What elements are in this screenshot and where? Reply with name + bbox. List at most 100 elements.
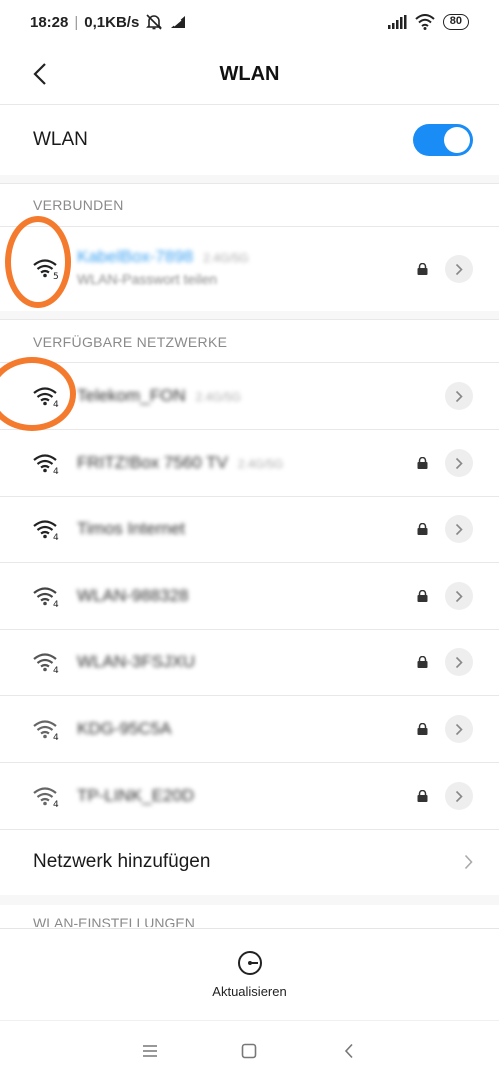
lock-icon: [417, 523, 428, 535]
network-detail-button[interactable]: [445, 515, 473, 543]
network-detail-button[interactable]: [445, 648, 473, 676]
wifi-signal-icon: 4: [33, 520, 59, 541]
network-name: TP-LINK_E20D: [77, 786, 409, 806]
menu-icon: [142, 1044, 157, 1057]
header: WLAN: [0, 44, 499, 104]
network-detail-button[interactable]: [445, 582, 473, 610]
section-header-connected: VERBUNDEN: [33, 197, 124, 213]
wifi-signal-icon: 4: [33, 587, 59, 608]
wifi-signal-level: 4: [53, 666, 59, 674]
network-texts: WLAN-988328: [77, 586, 409, 606]
status-network-speed: 0,1KB/s: [84, 13, 140, 31]
network-detail-button[interactable]: [445, 255, 473, 283]
wifi-signal-icon: 4: [33, 387, 59, 408]
network-name: KDG-95C5A: [77, 719, 409, 739]
network-name: WLAN-3FSJXU: [77, 652, 409, 672]
lock-icon: [417, 263, 428, 275]
lock-icon: [417, 590, 428, 602]
refresh-button[interactable]: Aktualisieren: [0, 928, 499, 1020]
network-name: KabelBox-7898 2.4G/5G: [77, 247, 409, 267]
network-name-text: Telekom_FON: [77, 386, 186, 405]
network-name: WLAN-988328: [77, 586, 409, 606]
network-name-text: KabelBox-7898: [77, 247, 194, 266]
status-time: 18:28: [30, 13, 69, 31]
toggle-knob: [444, 127, 470, 153]
cell-signal-icon: [387, 15, 407, 29]
section-header-settings: WLAN-EINSTELLUNGEN: [33, 915, 195, 927]
network-row-connected[interactable]: 5 KabelBox-7898 2.4G/5G WLAN-Passwort tei…: [0, 227, 499, 311]
chevron-right-icon: [455, 590, 463, 602]
status-left: 18:28 | 0,1KB/s: [30, 13, 187, 31]
network-row[interactable]: 4 KDG-95C5A: [0, 696, 499, 762]
wlan-toggle-label: WLAN: [33, 129, 88, 150]
wifi-signal-level: 4: [53, 600, 59, 608]
divider: [0, 319, 499, 320]
wifi-signal-icon: 5: [33, 259, 59, 280]
chevron-right-icon: [455, 457, 463, 469]
network-name-text: WLAN-3FSJXU: [77, 652, 196, 671]
share-password-text[interactable]: WLAN-Passwort teilen: [77, 271, 409, 287]
divider: [0, 183, 499, 184]
refresh-icon: [237, 951, 262, 975]
network-name: Timos Internet: [77, 519, 409, 539]
network-detail-button[interactable]: [445, 782, 473, 810]
network-row[interactable]: 4 FRITZ!Box 7560 TV 2.4G/5G: [0, 430, 499, 496]
network-texts: Telekom_FON 2.4G/5G: [77, 386, 409, 406]
battery-indicator: 80: [442, 14, 469, 30]
wifi-signal-level: 4: [53, 800, 59, 808]
back-triangle-icon: [345, 1043, 353, 1058]
network-name-text: KDG-95C5A: [77, 719, 172, 738]
lock-icon: [417, 723, 428, 735]
alarm-off-icon: [146, 14, 163, 30]
network-name: Telekom_FON 2.4G/5G: [77, 386, 409, 406]
network-row[interactable]: 4 WLAN-3FSJXU: [0, 629, 499, 695]
home-square-icon: [242, 1043, 257, 1058]
network-name: FRITZ!Box 7560 TV 2.4G/5G: [77, 453, 409, 473]
lock-icon: [417, 457, 428, 469]
network-texts: Timos Internet: [77, 519, 409, 539]
network-row[interactable]: 4 TP-LINK_E20D: [0, 763, 499, 829]
lock-icon: [417, 790, 428, 802]
chevron-right-icon: [464, 854, 473, 870]
network-texts: KabelBox-7898 2.4G/5G WLAN-Passwort teile…: [77, 247, 409, 287]
network-texts: WLAN-3FSJXU: [77, 652, 409, 672]
page-title: WLAN: [219, 62, 280, 85]
wifi-signal-icon: 4: [33, 720, 59, 741]
network-row[interactable]: 4 Timos Internet: [0, 496, 499, 562]
section-gap: [0, 895, 499, 905]
wifi-signal-level: 5: [53, 272, 59, 280]
network-detail-button[interactable]: [445, 715, 473, 743]
nav-menu-button[interactable]: [130, 1031, 170, 1071]
status-bar: 18:28 | 0,1KB/s 80: [0, 0, 499, 44]
refresh-label: Aktualisieren: [212, 984, 287, 999]
network-name-text: TP-LINK_E20D: [77, 786, 195, 805]
lock-icon: [417, 656, 428, 668]
network-band: 2.4G/5G: [195, 390, 241, 404]
section-gap: [0, 311, 499, 319]
network-band: 2.4G/5G: [237, 457, 284, 471]
chevron-right-icon: [455, 523, 463, 535]
section-header-available: VERFÜGBARE NETZWERKE: [33, 334, 228, 350]
chevron-right-icon: [455, 656, 463, 668]
nav-home-button[interactable]: [229, 1031, 269, 1071]
back-button[interactable]: [22, 56, 58, 92]
wifi-signal-level: 4: [53, 533, 59, 541]
network-row[interactable]: 4 WLAN-988328: [0, 563, 499, 629]
wifi-status-icon: [415, 14, 435, 30]
wifi-signal-level: 4: [53, 400, 59, 408]
wlan-toggle-row: WLAN: [0, 105, 499, 175]
add-network-label: Netzwerk hinzufügen: [33, 851, 211, 872]
network-texts: FRITZ!Box 7560 TV 2.4G/5G: [77, 453, 409, 473]
wifi-signal-level: 4: [53, 467, 59, 475]
chevron-right-icon: [455, 390, 463, 402]
wifi-signal-icon: 4: [33, 454, 59, 475]
status-right: 80: [387, 14, 469, 30]
nav-back-button[interactable]: [329, 1031, 369, 1071]
chevron-right-icon: [455, 790, 463, 802]
network-detail-button[interactable]: [445, 449, 473, 477]
network-detail-button[interactable]: [445, 382, 473, 410]
wlan-toggle-switch[interactable]: [413, 124, 473, 156]
network-row[interactable]: 4 Telekom_FON 2.4G/5G: [0, 363, 499, 429]
add-network-row[interactable]: Netzwerk hinzufügen: [0, 829, 499, 895]
chevron-right-icon: [455, 723, 463, 735]
